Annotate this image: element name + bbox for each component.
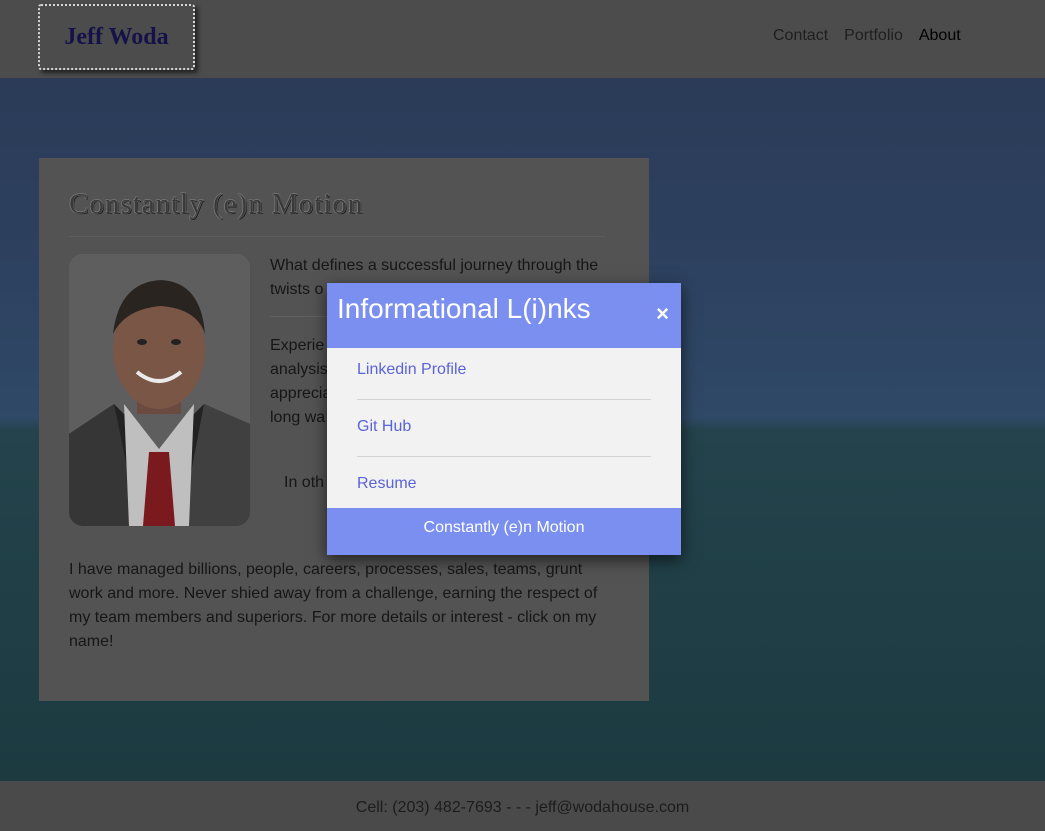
modal-body: Linkedin Profile Git Hub Resume [327,348,681,508]
nav-about[interactable]: About [919,27,961,45]
card-divider [69,236,605,237]
modal-header: Informational L(i)nks × [327,283,681,348]
close-icon[interactable]: × [656,303,669,325]
site-header: Jeff Woda Contact Portfolio About [0,0,1045,78]
site-footer: Cell: (203) 482-7693 - - - jeff@wodahous… [0,781,1045,831]
links-modal: Informational L(i)nks × Linkedin Profile… [327,283,681,555]
github-link[interactable]: Git Hub [357,418,651,436]
main-nav: Contact Portfolio About [773,27,961,45]
site-logo[interactable]: Jeff Woda [38,4,195,70]
resume-link[interactable]: Resume [357,475,651,493]
profile-photo [69,254,250,526]
summary-paragraph: I have managed billions, people, careers… [69,561,598,650]
modal-footer: Constantly (e)n Motion [327,508,681,555]
nav-contact[interactable]: Contact [773,27,828,45]
link-divider [357,456,651,457]
nav-portfolio[interactable]: Portfolio [844,27,903,45]
modal-title: Informational L(i)nks [337,293,591,324]
card-title: Constantly (e)n Motion [69,188,364,220]
link-divider [357,399,651,400]
footer-contact: Cell: (203) 482-7693 - - - jeff@wodahous… [355,799,690,816]
linkedin-link[interactable]: Linkedin Profile [357,361,651,379]
